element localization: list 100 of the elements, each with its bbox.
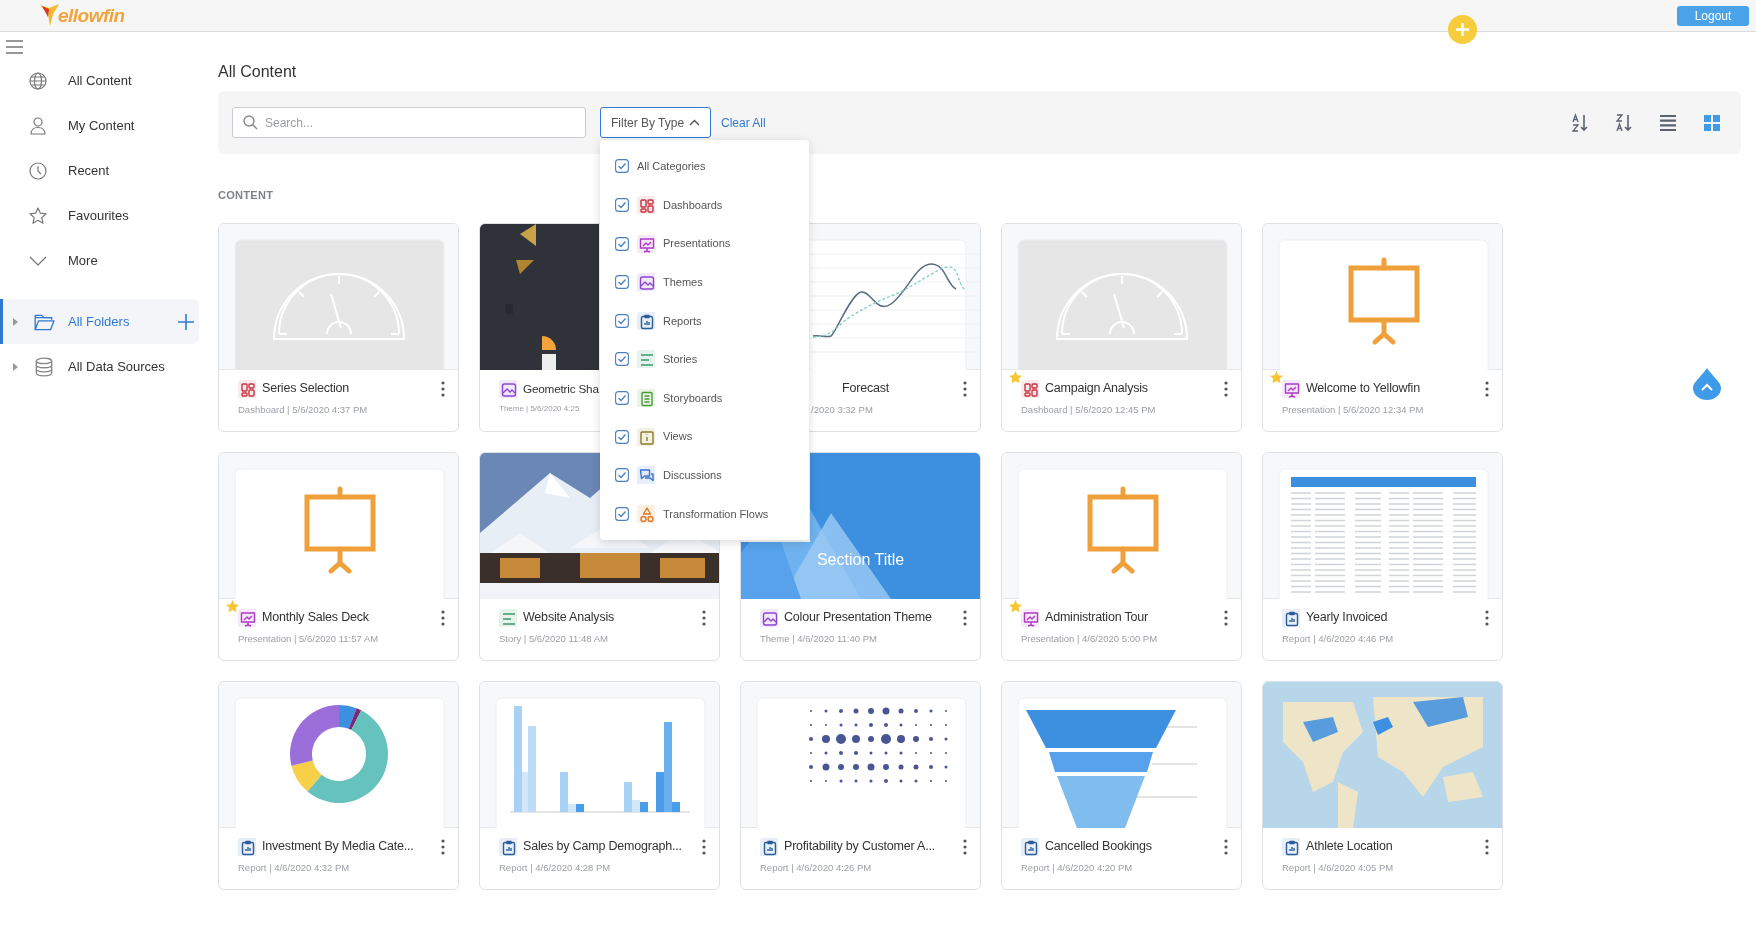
dot <box>899 751 903 755</box>
dot <box>882 707 890 715</box>
checkbox[interactable] <box>615 159 629 174</box>
card-title: Administration Tour <box>1045 609 1148 627</box>
dot <box>824 709 828 713</box>
card-meta: /2020 3:32 PM <box>811 402 874 417</box>
grid-view-icon <box>1702 112 1722 133</box>
dashboard-icon <box>1021 379 1039 398</box>
presentation-icon <box>238 608 256 627</box>
content-card[interactable]: Monthly Sales Deck Presentation | 5/6/2020 11:57 AM <box>218 451 459 661</box>
card-meta: Report | 4/6/2020 4:32 PM <box>238 860 351 875</box>
sidebar-item[interactable]: All Content <box>0 58 199 103</box>
card-title: Monthly Sales Deck <box>262 609 369 627</box>
dot <box>899 723 903 727</box>
sidebar-item[interactable]: My Content <box>0 103 199 148</box>
image-icon <box>637 273 655 292</box>
card-title: Welcome to Yellowfin <box>1306 380 1420 398</box>
sidebar-item[interactable]: More <box>0 238 199 283</box>
checkbox[interactable] <box>615 429 629 444</box>
card-meta: Dashboard | 5/6/2020 4:37 PM <box>238 402 369 417</box>
globe-icon <box>28 70 48 91</box>
dot <box>854 750 858 755</box>
dot <box>836 733 846 744</box>
dot <box>914 708 918 713</box>
content-card[interactable]: Profitability by Customer A... Report | 4/6/2020 4:26 PM <box>740 680 981 890</box>
dot <box>839 779 843 783</box>
dot <box>884 778 888 783</box>
filter-dropdown[interactable]: Filter By Type <box>600 107 711 139</box>
page-title: All Content <box>218 62 298 82</box>
clock-icon <box>28 160 48 181</box>
sidebar-tree-item[interactable]: All Folders <box>0 299 199 344</box>
content-card[interactable]: Investment By Media Cate... Report | 4/6/2020 4:32 PM <box>218 680 459 890</box>
filter-option[interactable]: All Categories <box>600 147 809 186</box>
card-title: Sales by Camp Demograph... <box>523 838 682 856</box>
shapes-icon <box>637 504 655 523</box>
card-title: Athlete Location <box>1306 838 1393 856</box>
content-card[interactable]: Welcome to Yellowfin Presentation | 5/6/2020 12:34 PM <box>1262 222 1503 432</box>
clipboard-icon <box>760 837 778 856</box>
content-card[interactable]: Campaign Analysis Dashboard | 5/6/2020 12:45 PM <box>1001 222 1242 432</box>
search-icon <box>243 115 258 131</box>
clipboard-icon <box>499 837 517 856</box>
clear-all-link[interactable]: Clear All <box>721 113 766 132</box>
checkbox[interactable] <box>615 198 629 213</box>
card-meta: Story | 5/6/2020 11:48 AM <box>499 631 609 646</box>
checkbox[interactable] <box>615 275 629 290</box>
card-title: Investment By Media Cate... <box>262 838 414 856</box>
checkbox[interactable] <box>615 352 629 367</box>
chat-icon <box>637 466 655 485</box>
add-folder-button[interactable] <box>177 312 195 331</box>
dot <box>881 733 891 744</box>
checkbox[interactable] <box>615 468 629 483</box>
dot <box>869 722 873 727</box>
clipboard-icon <box>1282 608 1300 627</box>
info-icon <box>637 427 655 446</box>
dot <box>839 723 843 727</box>
card-meta: Report | 4/6/2020 4:20 PM <box>1021 860 1134 875</box>
text-lines-icon <box>499 608 517 627</box>
content-card[interactable]: Yearly Invoiced Report | 4/6/2020 4:46 PM <box>1262 451 1503 661</box>
dot <box>868 735 874 742</box>
sidebar-item[interactable]: Recent <box>0 148 199 193</box>
dot <box>929 764 933 769</box>
checkbox[interactable] <box>615 236 629 251</box>
card-title: Yearly Invoiced <box>1306 609 1388 627</box>
dot <box>809 764 813 769</box>
content-card[interactable]: Sales by Camp Demograph... Report | 4/6/2020 4:28 PM <box>479 680 720 890</box>
sort-ascending-icon <box>1570 112 1590 133</box>
dot <box>913 735 919 742</box>
dot <box>854 723 858 727</box>
search-field[interactable]: Search... <box>232 107 586 139</box>
card-title: Series Selection <box>262 380 350 398</box>
image-icon <box>499 379 517 398</box>
content-card[interactable]: Series Selection Dashboard | 5/6/2020 4:37 PM <box>218 222 459 432</box>
section-label: CONTENT <box>218 188 275 204</box>
content-card[interactable]: Cancelled Bookings Report | 4/6/2020 4:20 PM <box>1001 680 1242 890</box>
scroll-top-button[interactable] <box>1693 368 1721 400</box>
card-title: Forecast <box>842 380 890 398</box>
list-view-icon <box>1658 112 1678 133</box>
clipboard-icon <box>637 311 655 330</box>
checkbox[interactable] <box>615 391 629 406</box>
card-meta: Presentation | 5/6/2020 12:34 PM <box>1282 402 1425 417</box>
content-card[interactable]: Athlete Location Report | 4/6/2020 4:05 PM <box>1262 680 1503 890</box>
sidebar-item[interactable]: Favourites <box>0 193 199 238</box>
dot <box>883 763 889 770</box>
sort-descending-icon <box>1614 112 1634 133</box>
clipboard-icon <box>1021 837 1039 856</box>
dot <box>929 709 933 713</box>
dot <box>839 708 843 713</box>
filter-option[interactable]: Dashboards <box>600 185 809 225</box>
checkbox[interactable] <box>615 313 629 328</box>
dot <box>913 764 919 770</box>
card-title: Profitability by Customer A... <box>784 838 935 856</box>
sidebar-tree-item[interactable]: All Data Sources <box>0 344 199 389</box>
dot <box>884 751 888 755</box>
dot <box>869 779 873 783</box>
card-meta: Report | 4/6/2020 4:46 PM <box>1282 631 1395 646</box>
logo: ellowfin <box>40 3 125 27</box>
checkbox[interactable] <box>615 506 629 521</box>
content-card[interactable]: Administration Tour Presentation | 4/6/2020 5:00 PM <box>1001 451 1242 661</box>
card-title: Website Analysis <box>523 609 615 627</box>
dashboard-icon <box>238 379 256 398</box>
